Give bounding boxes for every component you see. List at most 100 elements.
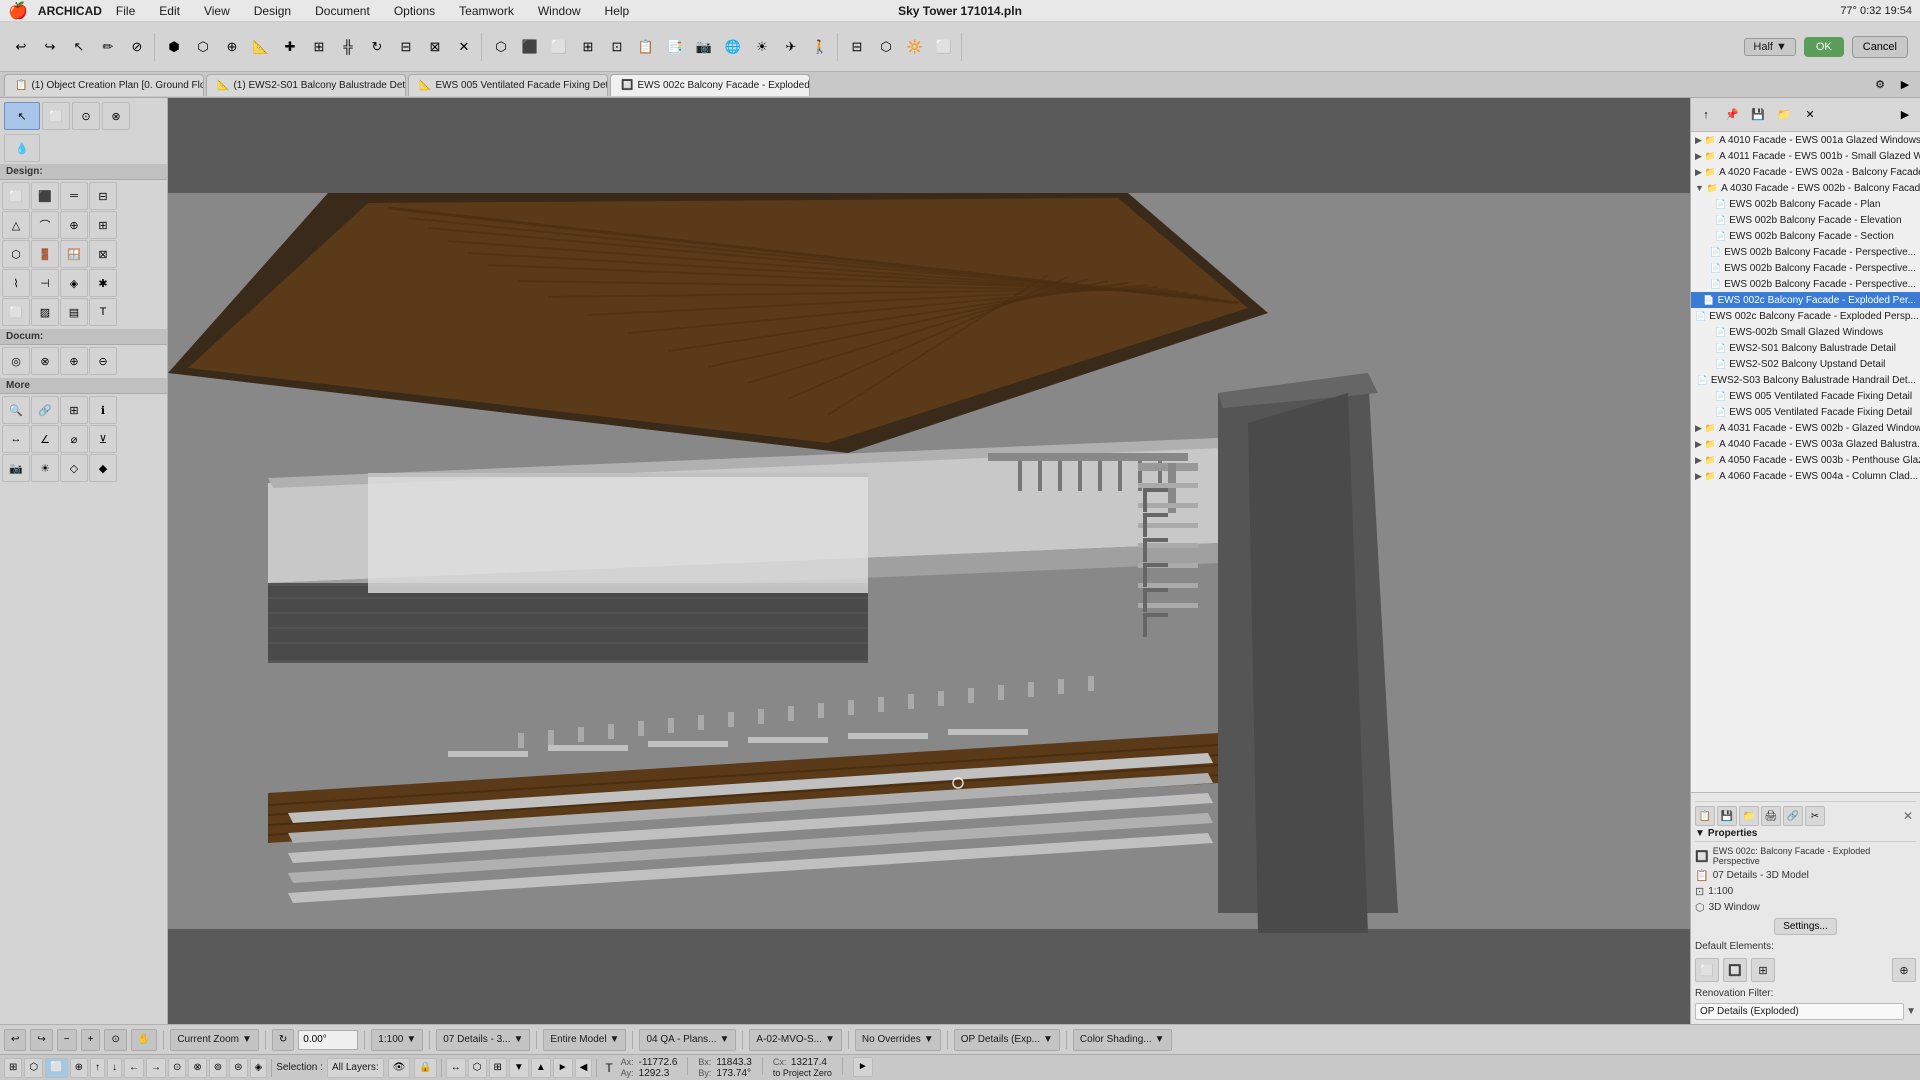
settings-button[interactable]: Settings... xyxy=(1774,918,1836,935)
tree-item-2[interactable]: ▶ 📁 A 4020 Facade - EWS 002a - Balcony F… xyxy=(1691,164,1920,180)
orbit-btn[interactable]: ⊗ xyxy=(102,102,130,130)
select-tool[interactable]: ↖ xyxy=(4,102,40,130)
eyedrop-tool[interactable]: 💧 xyxy=(4,134,40,162)
text-tool[interactable]: T xyxy=(89,298,117,326)
tree-item-6[interactable]: 📄 EWS 002b Balcony Facade - Section xyxy=(1691,228,1920,244)
bb-icon-12[interactable]: ⊜ xyxy=(229,1058,247,1078)
properties-collapse-icon[interactable]: ▼ xyxy=(1695,828,1705,839)
rp-bookmark-btn[interactable]: 📌 xyxy=(1721,104,1743,126)
prop-copy-btn[interactable]: 📋 xyxy=(1695,806,1715,826)
renovation-filter-arrow[interactable]: ▼ xyxy=(1906,1006,1916,1017)
sb-redo-btn[interactable]: ↪ xyxy=(30,1029,52,1051)
menu-file[interactable]: File xyxy=(112,4,139,18)
bb-icon-6[interactable]: ↓ xyxy=(107,1058,122,1078)
menu-help[interactable]: Help xyxy=(601,4,634,18)
misc-tool2[interactable]: ◆ xyxy=(89,454,117,482)
wireframe-btn[interactable]: ⊟ xyxy=(843,33,871,61)
tree-item-19[interactable]: ▶ 📁 A 4040 Facade - EWS 003a Glazed Balu… xyxy=(1691,436,1920,452)
bb-icon-1[interactable]: ⊞ xyxy=(4,1058,22,1078)
tree-item-12[interactable]: 📄 EWS-002b Small Glazed Windows xyxy=(1691,324,1920,340)
project-tree[interactable]: ▶ 📁 A 4010 Facade - EWS 001a Glazed Wind… xyxy=(1691,132,1920,792)
interior-marker[interactable]: ⊖ xyxy=(89,347,117,375)
tab-bar-settings[interactable]: ⚙ xyxy=(1869,74,1891,96)
mesh-tool[interactable]: ⊞ xyxy=(89,211,117,239)
walk-tool[interactable]: 🚶 xyxy=(806,33,834,61)
bb-icon-11[interactable]: ⊚ xyxy=(209,1058,227,1078)
ok-button[interactable]: OK xyxy=(1804,37,1844,57)
solid-btn[interactable]: ⬡ xyxy=(872,33,900,61)
orbit-tool[interactable]: ⊕ xyxy=(218,33,246,61)
tree-item-20[interactable]: ▶ 📁 A 4050 Facade - EWS 003b - Penthouse… xyxy=(1691,452,1920,468)
link-tool[interactable]: 🔗 xyxy=(31,396,59,424)
tree-item-3[interactable]: ▼ 📁 A 4030 Facade - EWS 002b - Balcony F… xyxy=(1691,180,1920,196)
tree-item-7[interactable]: 📄 EWS 002b Balcony Facade - Perspective.… xyxy=(1691,244,1920,260)
texture-btn[interactable]: ⬜ xyxy=(930,33,958,61)
bb-icon-7[interactable]: ← xyxy=(124,1058,144,1078)
bb-transform-5[interactable]: ▲ xyxy=(531,1058,551,1078)
radial-tool[interactable]: ⌀ xyxy=(60,425,88,453)
skylight-tool[interactable]: ⊠ xyxy=(89,240,117,268)
interior-tool[interactable]: ⊡ xyxy=(603,33,631,61)
prop-cut-btn[interactable]: ✂ xyxy=(1805,806,1825,826)
section-tool[interactable]: ⬛ xyxy=(516,33,544,61)
info-tool[interactable]: ℹ xyxy=(89,396,117,424)
sb-shading-btn[interactable]: Color Shading... ▼ xyxy=(1073,1029,1172,1051)
menu-design[interactable]: Design xyxy=(250,4,295,18)
tree-item-1[interactable]: ▶ 📁 A 4011 Facade - EWS 001b - Small Gla… xyxy=(1691,148,1920,164)
close-btn[interactable]: ✕ xyxy=(450,33,478,61)
tab-0[interactable]: 📋 (1) Object Creation Plan [0. Ground Fl… xyxy=(4,74,204,96)
bb-icon-4[interactable]: ⊕ xyxy=(70,1058,88,1078)
bb-icon-2[interactable]: ⬡ xyxy=(24,1058,43,1078)
tree-item-21[interactable]: ▶ 📁 A 4060 Facade - EWS 004a - Column Cl… xyxy=(1691,468,1920,484)
prop-open-btn[interactable]: 📁 xyxy=(1739,806,1759,826)
tree-item-18[interactable]: ▶ 📁 A 4031 Facade - EWS 002b - Glazed Wi… xyxy=(1691,420,1920,436)
section-marker[interactable]: ⊗ xyxy=(31,347,59,375)
wall-tool[interactable]: ⬜ xyxy=(2,182,30,210)
tree-item-14[interactable]: 📄 EWS2-S02 Balcony Upstand Detail xyxy=(1691,356,1920,372)
bb-icon-9[interactable]: ⊙ xyxy=(168,1058,186,1078)
lock-toggle[interactable]: 🔒 xyxy=(414,1058,436,1078)
tree-expand-18[interactable]: ▶ xyxy=(1695,423,1702,434)
tree-expand-21[interactable]: ▶ xyxy=(1695,471,1702,482)
eraser-tool[interactable]: ⊘ xyxy=(123,33,151,61)
rp-back-btn[interactable]: ↑ xyxy=(1695,104,1717,126)
pencil-tool[interactable]: ✏ xyxy=(94,33,122,61)
fly-tool[interactable]: ✈ xyxy=(777,33,805,61)
rp-close-btn[interactable]: ✕ xyxy=(1799,104,1821,126)
snap-tool[interactable]: ✚ xyxy=(276,33,304,61)
tree-expand-2[interactable]: ▶ xyxy=(1695,167,1702,178)
tree-item-0[interactable]: ▶ 📁 A 4010 Facade - EWS 001a Glazed Wind… xyxy=(1691,132,1920,148)
bb-icon-10[interactable]: ⊗ xyxy=(188,1058,206,1078)
tree-expand-20[interactable]: ▶ xyxy=(1695,455,1702,466)
tree-expand-1[interactable]: ▶ xyxy=(1695,151,1702,162)
render-tool[interactable]: 🌐 xyxy=(719,33,747,61)
rotate-tool[interactable]: ↻ xyxy=(363,33,391,61)
tab-2[interactable]: 📐 EWS 005 Ventilated Facade Fixing Detai… xyxy=(408,74,608,96)
menu-document[interactable]: Document xyxy=(311,4,374,18)
scale-tool[interactable]: ⊠ xyxy=(421,33,449,61)
sun-tool[interactable]: ☀ xyxy=(748,33,776,61)
sb-zoom-out-btn[interactable]: − xyxy=(57,1029,77,1051)
tree-item-17[interactable]: 📄 EWS 005 Ventilated Facade Fixing Detai… xyxy=(1691,404,1920,420)
menu-view[interactable]: View xyxy=(200,4,234,18)
renovation-filter-select[interactable]: OP Details (Exploded) xyxy=(1695,1003,1904,1020)
measure-tool[interactable]: 📐 xyxy=(247,33,275,61)
tree-expand-19[interactable]: ▶ xyxy=(1695,439,1702,450)
bb-icon-8[interactable]: → xyxy=(146,1058,166,1078)
marquee-tool[interactable]: ⬜ xyxy=(42,102,70,130)
sb-override-btn[interactable]: No Overrides ▼ xyxy=(855,1029,941,1051)
prop-close-button[interactable]: ✕ xyxy=(1900,808,1916,824)
sb-rotate-btn[interactable]: ↻ xyxy=(272,1029,294,1051)
sb-layer-btn[interactable]: 07 Details - 3... ▼ xyxy=(436,1029,530,1051)
fill-tool[interactable]: ▨ xyxy=(31,298,59,326)
sb-pan-btn[interactable]: ✋ xyxy=(131,1029,157,1051)
sb-plan-btn[interactable]: 04 QA - Plans... ▼ xyxy=(639,1029,736,1051)
sb-zoom-label[interactable]: Current Zoom ▼ xyxy=(170,1029,259,1051)
bb-transform-1[interactable]: ↔ xyxy=(446,1058,466,1078)
hatch-tool[interactable]: ▤ xyxy=(60,298,88,326)
window-tool[interactable]: 🪟 xyxy=(60,240,88,268)
cancel-button[interactable]: Cancel xyxy=(1852,36,1908,58)
object-tool[interactable]: ◈ xyxy=(60,269,88,297)
redo-button[interactable]: ↪ xyxy=(36,33,64,61)
tree-item-9[interactable]: 📄 EWS 002b Balcony Facade - Perspective.… xyxy=(1691,276,1920,292)
